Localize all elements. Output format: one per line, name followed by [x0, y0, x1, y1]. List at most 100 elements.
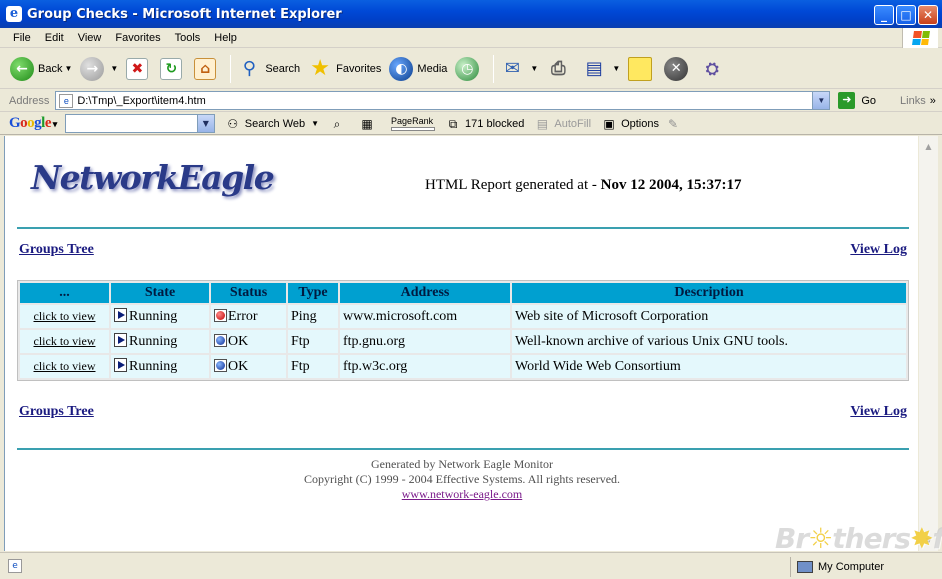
- page-icon: e: [59, 93, 74, 108]
- zone-label: My Computer: [818, 561, 885, 573]
- options-button[interactable]: ▣ Options ✎: [601, 117, 685, 131]
- menu-file[interactable]: File: [0, 32, 38, 44]
- edit-button[interactable]: ▤ ▼: [582, 57, 620, 81]
- menu-edit[interactable]: Edit: [38, 32, 71, 44]
- footer-website-link[interactable]: www.network-eagle.com: [402, 487, 523, 501]
- view-log-link-top[interactable]: View Log: [850, 242, 907, 258]
- stop-button[interactable]: ✖: [126, 57, 152, 80]
- chevron-down-icon[interactable]: ▼: [812, 92, 830, 109]
- computer-icon: [797, 561, 813, 573]
- news-button[interactable]: ▦: [359, 117, 379, 131]
- column-header-view[interactable]: ...: [20, 283, 109, 303]
- home-button[interactable]: ⌂: [194, 57, 220, 80]
- scroll-up-icon[interactable]: ▲: [920, 138, 937, 155]
- state-cell: Running: [111, 355, 209, 378]
- star-icon: ✸: [910, 522, 933, 555]
- search-web-button[interactable]: ⚇ Search Web ▼: [225, 117, 319, 131]
- favorites-button[interactable]: ★ Favorites: [308, 56, 381, 81]
- google-logo[interactable]: Google ▾: [9, 115, 57, 132]
- google-toolbar: Google ▾ ▼ ⚇ Search Web ▼ ⌕ ▦ PageRank ⧉…: [0, 113, 942, 135]
- column-header-address[interactable]: Address: [340, 283, 510, 303]
- type-cell: Ftp: [288, 330, 338, 353]
- status-value: OK: [228, 333, 249, 349]
- research-button[interactable]: ⛭: [700, 57, 728, 81]
- column-header-type[interactable]: Type: [288, 283, 338, 303]
- news-icon: ▦: [361, 116, 373, 131]
- footer-copyright: Copyright (C) 1999 - 2004 Effective Syst…: [303, 472, 621, 486]
- window-controls: _ □ ✕: [874, 5, 938, 25]
- close-button[interactable]: ✕: [918, 5, 938, 25]
- play-icon: [114, 358, 127, 372]
- history-button[interactable]: ◷: [455, 56, 483, 81]
- report-prefix: HTML Report generated at -: [425, 177, 601, 193]
- toolbar-separator: [493, 54, 495, 83]
- column-header-state[interactable]: State: [111, 283, 209, 303]
- status-cell: OK: [211, 330, 286, 353]
- minimize-button[interactable]: _: [874, 5, 894, 25]
- back-button[interactable]: ← Back ▼: [10, 56, 72, 81]
- mail-button[interactable]: ✉ ▼: [500, 57, 538, 81]
- table-header-row: ... State Status Type Address Descriptio…: [20, 283, 906, 303]
- media-label: Media: [417, 62, 448, 75]
- play-icon: [114, 308, 127, 322]
- windows-logo-icon: [902, 28, 938, 48]
- maximize-button[interactable]: □: [896, 5, 916, 25]
- media-button[interactable]: ◐ Media: [389, 56, 448, 81]
- search-button[interactable]: ⚲ Search: [237, 57, 300, 81]
- menu-favorites[interactable]: Favorites: [108, 32, 167, 44]
- chevron-down-icon[interactable]: ▼: [64, 64, 72, 73]
- google-search-input[interactable]: ▼: [64, 114, 215, 133]
- go-button[interactable]: ➜ Go: [838, 92, 876, 109]
- highlight-button[interactable]: ⌕: [329, 117, 349, 131]
- title-bar[interactable]: e Group Checks - Microsoft Internet Expl…: [0, 0, 942, 28]
- popup-blocker-button[interactable]: ⧉ 171 blocked: [445, 116, 525, 131]
- note-button[interactable]: [628, 56, 656, 81]
- click-to-view-link[interactable]: click to view: [34, 309, 96, 323]
- printer-icon: ⎙: [551, 58, 566, 79]
- block-button[interactable]: ✕: [664, 56, 692, 81]
- star-icon: ☼: [808, 522, 833, 555]
- state-value: Running: [129, 359, 178, 374]
- status-value: Error: [228, 308, 258, 324]
- menu-view[interactable]: View: [71, 32, 109, 44]
- star-icon: ★: [310, 56, 331, 81]
- menu-bar: File Edit View Favorites Tools Help: [0, 28, 942, 48]
- links-button[interactable]: Links»: [900, 95, 936, 107]
- view-cell: click to view: [20, 355, 109, 378]
- type-cell: Ping: [288, 305, 338, 328]
- chevron-down-icon[interactable]: ▼: [530, 64, 538, 73]
- menu-tools[interactable]: Tools: [168, 32, 208, 44]
- autofill-label: AutoFill: [554, 117, 592, 130]
- view-log-link-bottom[interactable]: View Log: [850, 404, 907, 420]
- back-label: Back: [38, 62, 63, 75]
- column-header-status[interactable]: Status: [211, 283, 286, 303]
- checks-table: ... State Status Type Address Descriptio…: [17, 280, 909, 381]
- click-to-view-link[interactable]: click to view: [34, 334, 96, 348]
- click-to-view-link[interactable]: click to view: [34, 359, 96, 373]
- groups-tree-link-top[interactable]: Groups Tree: [19, 242, 94, 258]
- table-row: click to view Running OK Ftp ftp.w3c.org…: [20, 355, 906, 378]
- menu-help[interactable]: Help: [207, 32, 244, 44]
- search-web-label: Search Web: [244, 117, 306, 130]
- forward-button[interactable]: → ▼: [80, 56, 118, 81]
- chevron-down-icon[interactable]: ▼: [612, 64, 620, 73]
- divider: [17, 448, 909, 450]
- refresh-button[interactable]: ↻: [160, 57, 186, 80]
- divider: [17, 227, 909, 229]
- groups-tree-link-bottom[interactable]: Groups Tree: [19, 404, 94, 420]
- status-value: OK: [228, 358, 249, 374]
- chevron-down-icon[interactable]: ▼: [110, 64, 118, 73]
- column-header-description[interactable]: Description: [512, 283, 906, 303]
- chevron-down-icon[interactable]: ▼: [196, 115, 214, 132]
- table-row: click to view Running OK Ftp ftp.gnu.org…: [20, 330, 906, 353]
- address-label: Address: [9, 94, 50, 107]
- options-icon: ▣: [603, 116, 615, 131]
- vertical-scrollbar[interactable]: ▲ ▼: [918, 136, 938, 551]
- autofill-button[interactable]: ▤ AutoFill: [534, 117, 591, 131]
- print-button[interactable]: ⎙: [546, 57, 574, 81]
- chevron-down-icon[interactable]: ▼: [311, 119, 319, 128]
- popup-blocker-icon: ⧉: [448, 116, 458, 131]
- description-cell: Web site of Microsoft Corporation: [512, 305, 906, 328]
- address-input[interactable]: e D:\Tmp\_Export\item4.htm ▼: [55, 91, 831, 110]
- standard-toolbar: ← Back ▼ → ▼ ✖ ↻ ⌂ ⚲ Search ★ Favorites …: [0, 49, 942, 89]
